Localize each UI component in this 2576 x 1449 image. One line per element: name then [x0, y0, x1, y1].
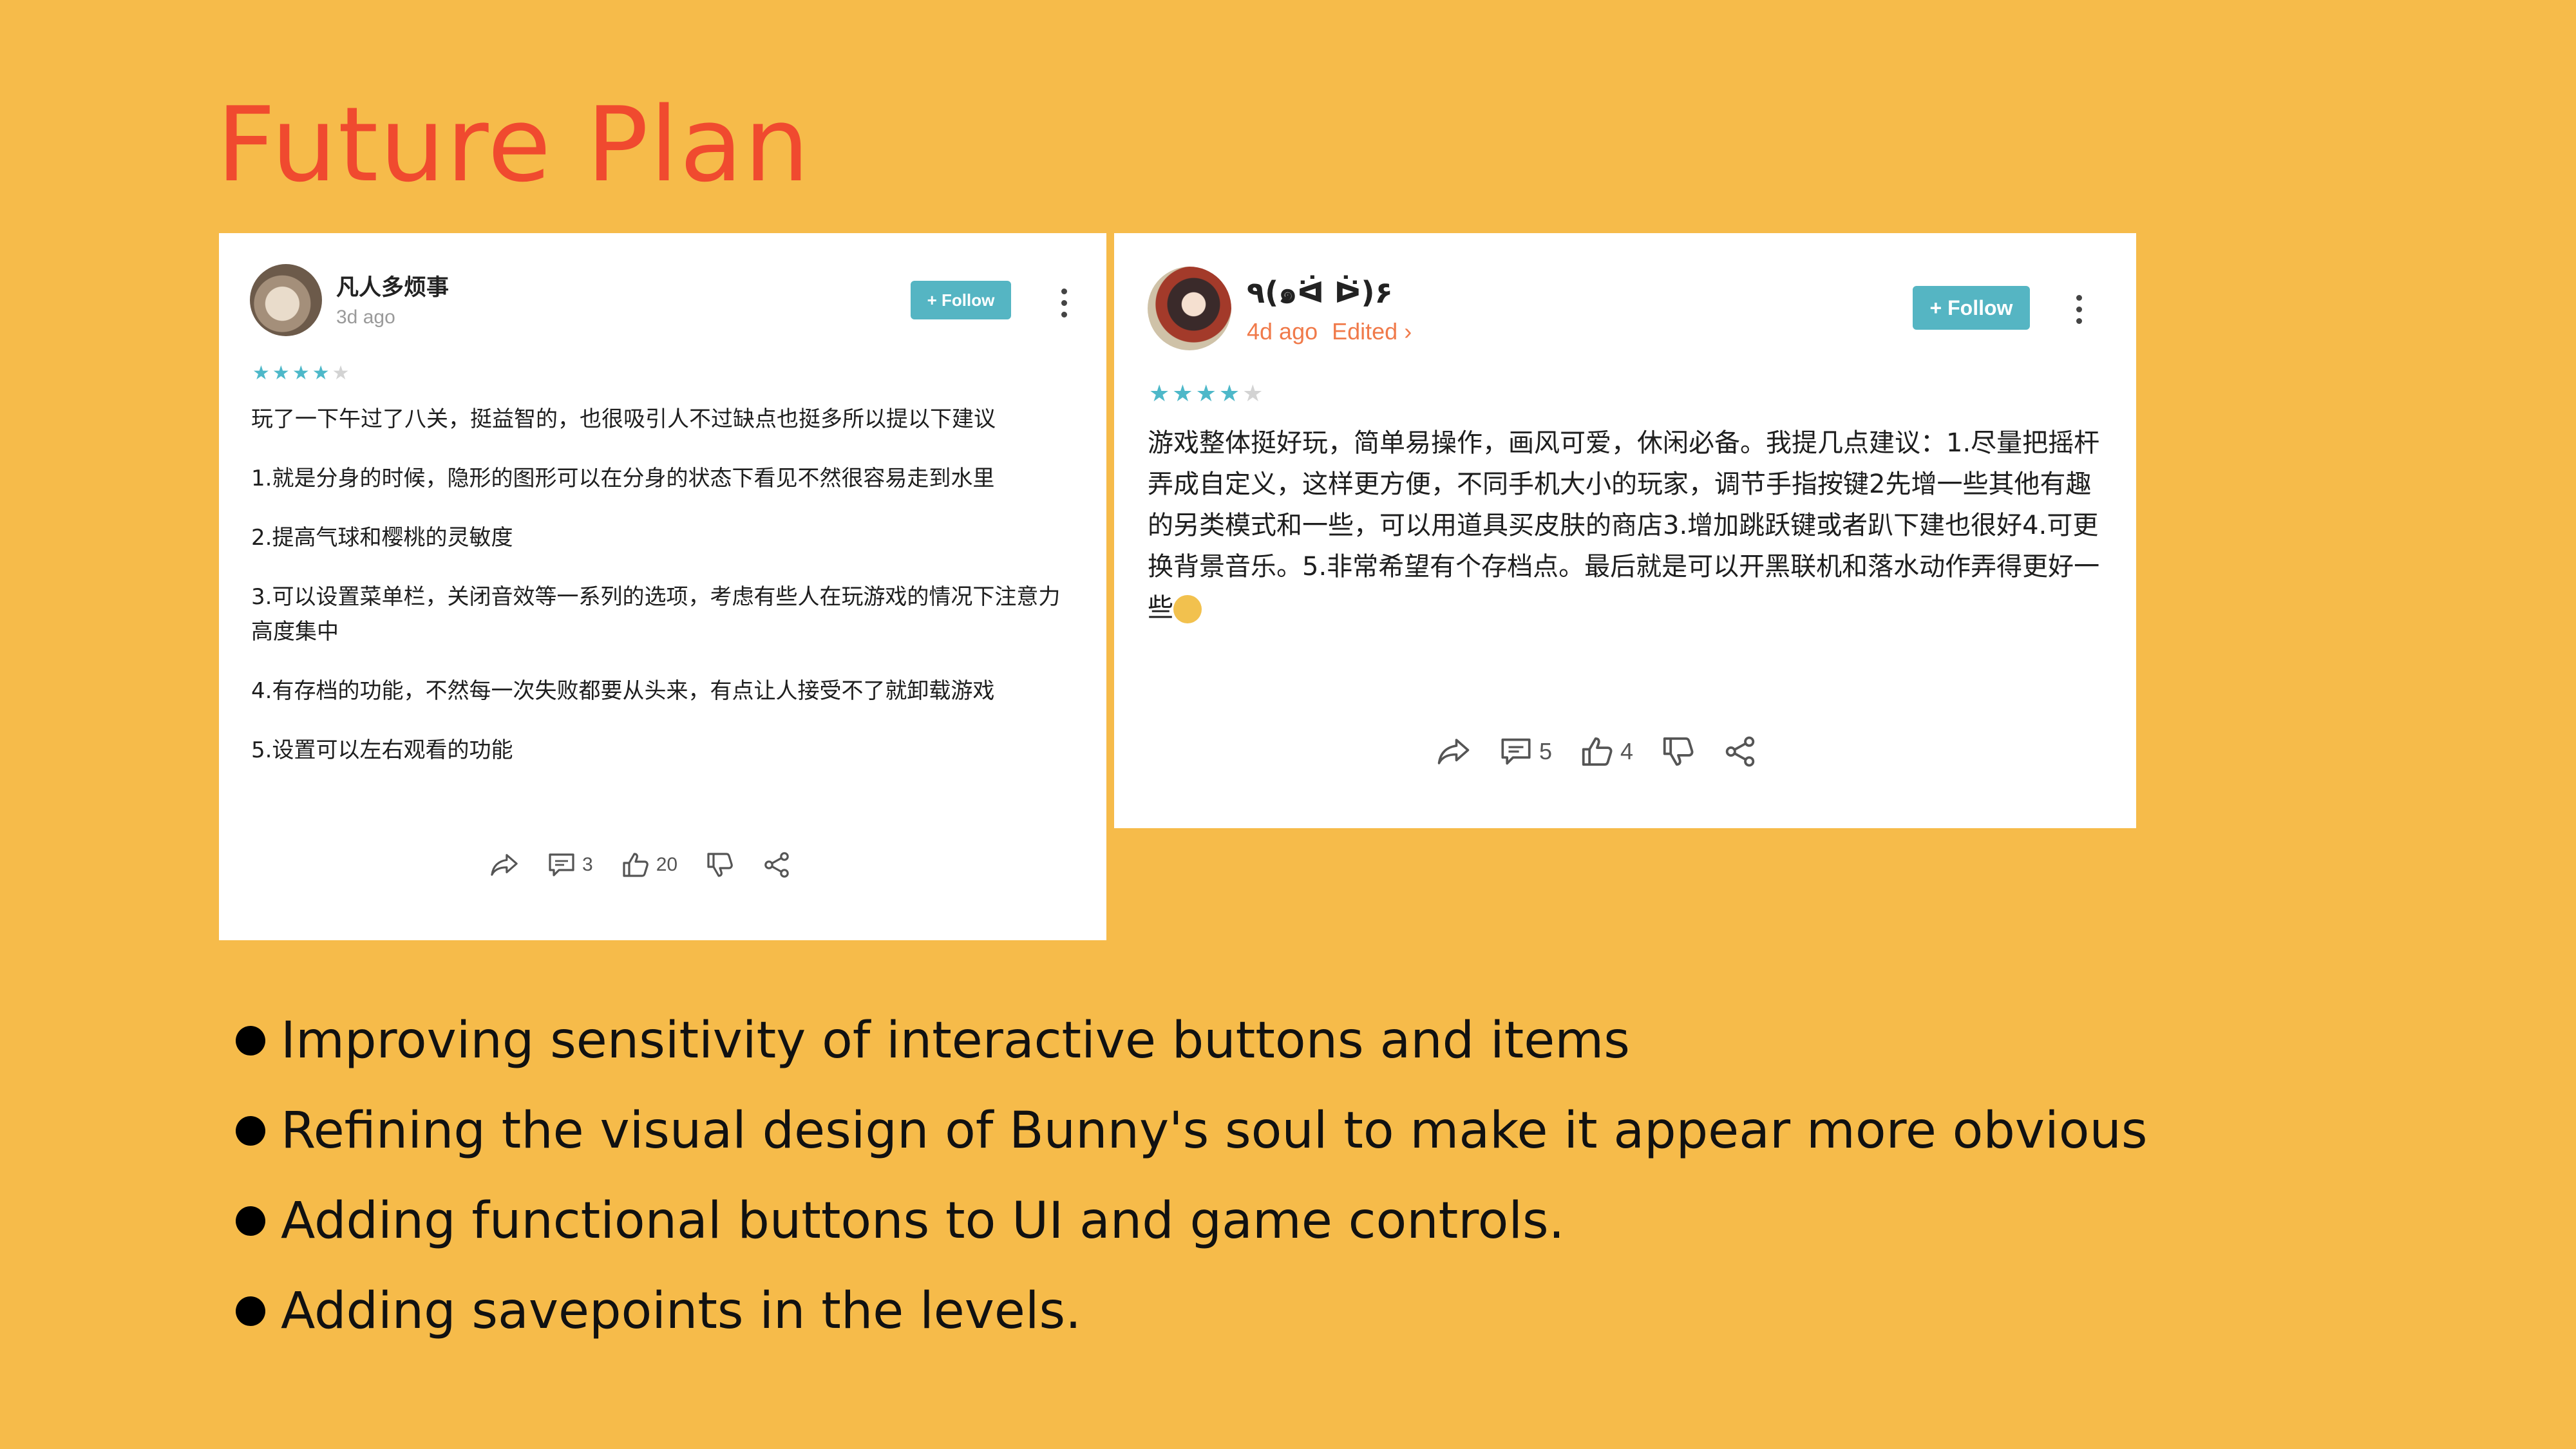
like-button[interactable]: 20 [621, 851, 677, 878]
review-paragraph: 1.就是分身的时候，隐形的图形可以在分身的状态下看见不然很容易走到水里 [251, 466, 995, 491]
star-icon: ★ [1149, 380, 1173, 406]
star-rating: ★★★★★ [252, 362, 352, 384]
star-icon: ★ [272, 363, 292, 384]
follow-button[interactable]: + Follow [1913, 286, 2030, 330]
bullet-dot-icon [236, 1026, 265, 1056]
share-arrow-icon [491, 854, 518, 876]
dislike-button[interactable] [706, 851, 734, 878]
bullet-text: Adding functional buttons to UI and game… [281, 1192, 1565, 1250]
review-paragraph: 玩了一下午过了八关，挺益智的，也很吸引人不过缺点也挺多所以提以下建议 [251, 406, 996, 432]
username[interactable]: 凡人多烦事 [336, 269, 449, 302]
review-time: 3d ago [336, 307, 395, 328]
dislike-button[interactable] [1662, 735, 1695, 768]
list-item: Improving sensitivity of interactive but… [236, 1011, 2148, 1070]
share-nodes-icon [1725, 736, 1755, 767]
review-actions: 5 4 [1436, 735, 1785, 768]
review-time: 4d ago Edited › [1247, 318, 1412, 345]
comment-icon [549, 853, 574, 876]
share-button[interactable] [762, 851, 791, 878]
bullet-text: Refining the visual design of Bunny's so… [281, 1102, 2148, 1160]
star-icon: ★ [1218, 380, 1243, 406]
bullet-dot-icon [236, 1296, 265, 1326]
time-label: 4d ago [1247, 318, 1318, 345]
thumbs-up-icon [623, 853, 649, 877]
list-item: Refining the visual design of Bunny's so… [236, 1101, 2148, 1160]
bullet-text: Adding savepoints in the levels. [281, 1282, 1081, 1340]
share-button[interactable] [1723, 735, 1757, 768]
star-icon: ★ [312, 363, 332, 384]
future-plan-list: Improving sensitivity of interactive but… [236, 1011, 2148, 1372]
star-icon: ★ [252, 363, 272, 384]
comment-icon [1501, 738, 1531, 765]
like-count: 20 [656, 854, 678, 875]
avatar[interactable] [250, 264, 322, 336]
review-text: 游戏整体挺好玩，简单易操作，画风可爱，休闲必备。我提几点建议：1.尽量把摇杆弄成… [1148, 422, 2101, 629]
cat-emoji-icon [1173, 595, 1202, 623]
comment-button[interactable]: 5 [1499, 737, 1552, 766]
review-paragraph: 游戏整体挺好玩，简单易操作，画风可爱，休闲必备。我提几点建议：1.尽量把摇杆弄成… [1148, 422, 2101, 629]
star-icon: ★ [332, 363, 352, 384]
follow-button[interactable]: + Follow [911, 281, 1011, 319]
review-text: 玩了一下午过了八关，挺益智的，也很吸引人不过缺点也挺多所以提以下建议 1.就是分… [251, 402, 1082, 792]
share-arrow-icon [1437, 739, 1470, 764]
comment-count: 5 [1539, 738, 1553, 764]
bullet-text: Improving sensitivity of interactive but… [281, 1012, 1630, 1070]
thumbs-down-icon [1663, 737, 1694, 766]
star-icon: ★ [1195, 380, 1219, 406]
more-vertical-icon[interactable] [2074, 295, 2084, 330]
bullet-dot-icon [236, 1116, 265, 1146]
comment-count: 3 [582, 854, 593, 875]
review-paragraph: 3.可以设置菜单栏，关闭音效等一系列的选项，考虑有些人在玩游戏的情况下注意力高度… [251, 584, 1061, 645]
comment-button[interactable]: 3 [547, 852, 593, 878]
avatar[interactable] [1148, 267, 1231, 350]
share-arrow-button[interactable] [1436, 737, 1471, 766]
star-icon: ★ [1172, 380, 1196, 406]
like-count: 4 [1620, 738, 1634, 764]
review-card: 凡人多烦事 3d ago + Follow ★★★★★ 玩了一下午过了八关，挺益… [219, 233, 1106, 940]
thumbs-up-icon [1582, 737, 1613, 766]
review-paragraph-text: 游戏整体挺好玩，简单易操作，画风可爱，休闲必备。我提几点建议：1.尽量把摇杆弄成… [1148, 428, 2100, 623]
edited-link[interactable]: Edited › [1332, 318, 1412, 345]
star-icon: ★ [1242, 380, 1266, 406]
review-card: ٩(๑ᐛ ᐖ)۶ 4d ago Edited › + Follow ★★★★★ 游… [1114, 233, 2136, 828]
list-item: Adding savepoints in the levels. [236, 1282, 2148, 1341]
thumbs-down-icon [707, 853, 733, 877]
username[interactable]: ٩(๑ᐛ ᐖ)۶ [1247, 269, 1393, 316]
slide-title: Future Plan [216, 84, 811, 205]
star-icon: ★ [292, 363, 312, 384]
review-paragraph: 2.提高气球和樱桃的灵敏度 [251, 525, 513, 551]
like-button[interactable]: 4 [1580, 735, 1633, 768]
more-vertical-icon[interactable] [1059, 289, 1069, 323]
review-actions: 3 20 [489, 851, 819, 878]
star-rating: ★★★★★ [1149, 380, 1265, 407]
share-arrow-button[interactable] [489, 852, 519, 878]
time-label: 3d ago [336, 307, 395, 328]
list-item: Adding functional buttons to UI and game… [236, 1191, 2148, 1251]
review-paragraph: 4.有存档的功能，不然每一次失败都要从头来，有点让人接受不了就卸载游戏 [251, 678, 995, 704]
share-nodes-icon [764, 852, 789, 878]
review-paragraph: 5.设置可以左右观看的功能 [251, 737, 513, 763]
bullet-dot-icon [236, 1206, 265, 1236]
